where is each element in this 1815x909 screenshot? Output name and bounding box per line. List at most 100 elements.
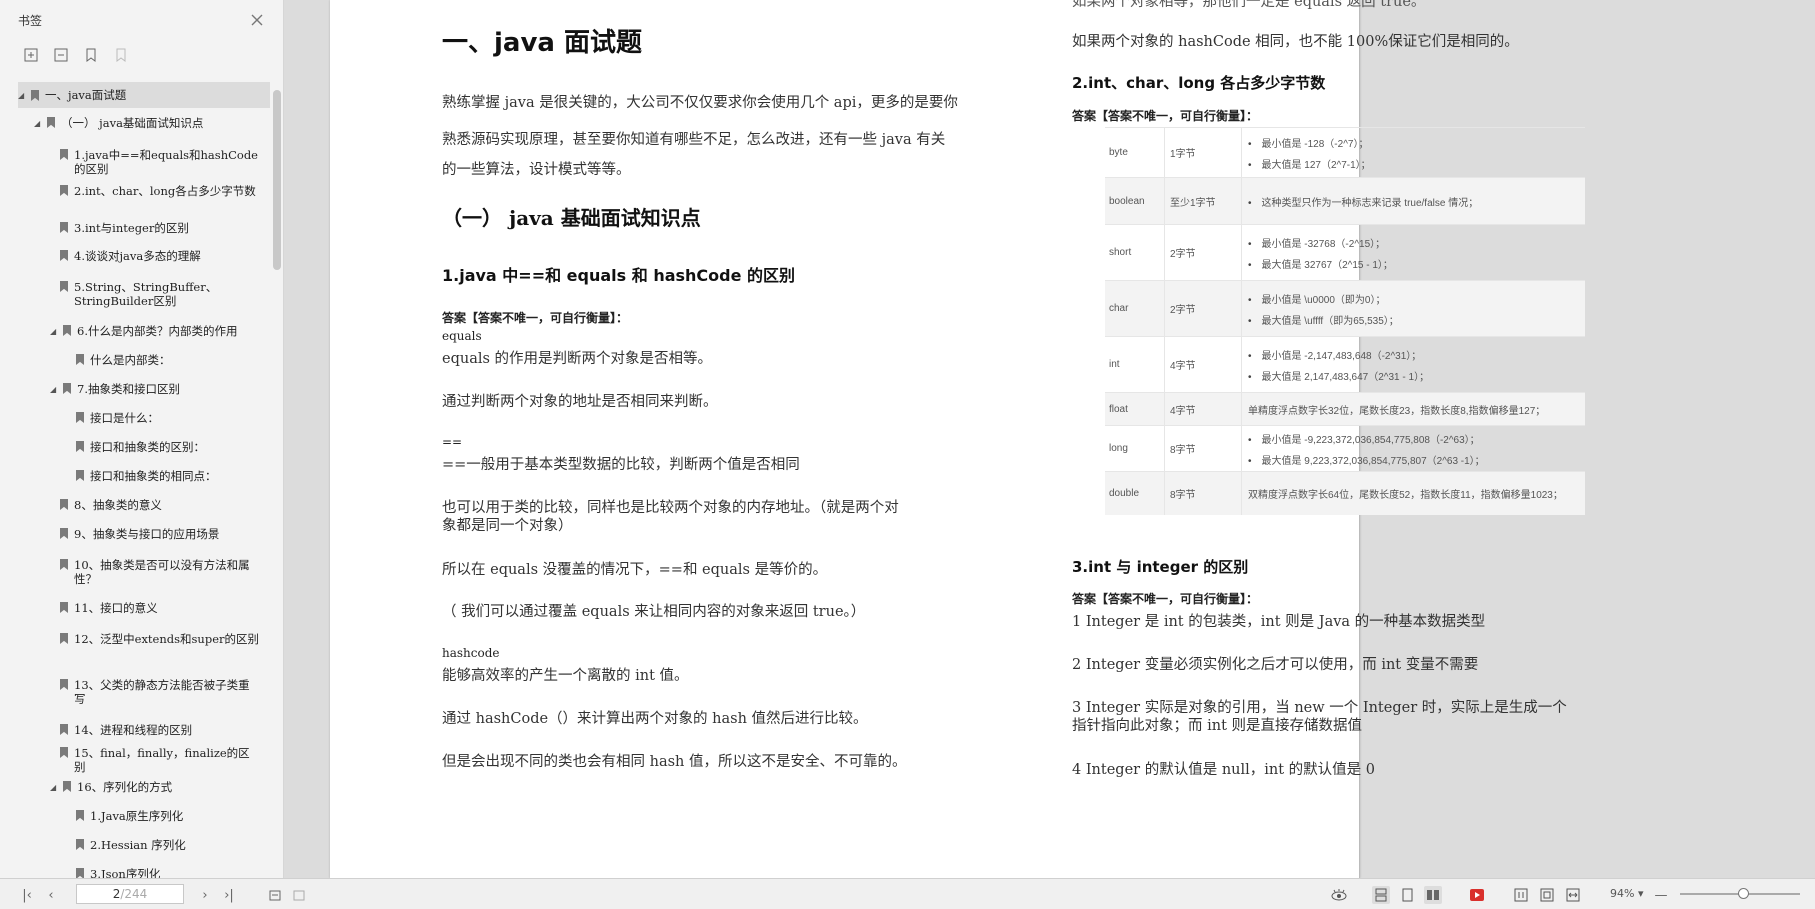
bookmark-item[interactable]: 3.int与integer的区别 [60, 221, 260, 235]
delete-bookmark-icon[interactable] [112, 46, 130, 64]
bookmark-item[interactable]: ◢ 一、java面试题 [18, 82, 270, 108]
zoom-out-icon[interactable]: — [1652, 886, 1670, 904]
rotate-left-icon[interactable] [266, 886, 284, 904]
answer-note: 答案【答案不唯一，可自行衡量】： [442, 311, 629, 325]
datatype-note: 这种类型只作为一种标志来记录 true/false 情况； [1248, 194, 1585, 209]
bookmarks-scrollbar[interactable] [273, 90, 281, 270]
datatype-name: long [1105, 426, 1165, 471]
paragraph: 所以在 equals 没覆盖的情况下，==和 equals 是等价的。 [442, 562, 828, 578]
term-label: equals [442, 329, 482, 343]
answer-note: 答案【答案不唯一，可自行衡量】： [1072, 592, 1259, 606]
bookmarks-toolbar [0, 40, 283, 70]
bookmark-label: 3.int与integer的区别 [74, 221, 189, 235]
bookmark-item[interactable]: ◢ 7.抽象类和接口区别 [50, 382, 260, 397]
bookmark-label: 13、父类的静态方法能否被子类重写 [74, 678, 250, 706]
bookmark-item[interactable]: 15、final，finally，finalize的区别 [60, 746, 260, 774]
zoom-slider-handle[interactable] [1738, 888, 1749, 899]
prev-page-icon[interactable]: ‹ [42, 886, 60, 904]
bookmark-item[interactable]: 9、抽象类与接口的应用场景 [60, 527, 260, 541]
paragraph: 1 Integer 是 int 的包装类，int 则是 Java 的一种基本数据… [1072, 614, 1486, 630]
datatype-name: int [1105, 337, 1165, 392]
expand-all-icon[interactable] [22, 46, 40, 64]
bookmarks-title: 书签 [18, 13, 43, 28]
first-page-icon[interactable]: |‹ [18, 886, 36, 904]
datatype-size: 至少1字节 [1165, 178, 1242, 224]
datatype-notes: 双精度浮点数字长64位，尾数长度52，指数长度11，指数偏移量1023； [1242, 472, 1585, 515]
play-icon[interactable] [1468, 886, 1486, 904]
bookmark-label: （一） java基础面试知识点 [61, 116, 204, 130]
datatype-size: 8字节 [1165, 472, 1242, 515]
datatype-size: 2字节 [1165, 281, 1242, 336]
single-page-view-icon[interactable] [1372, 886, 1390, 904]
bookmark-item[interactable]: 5.String、StringBuffer、StringBuilder区别 [60, 280, 260, 308]
datatype-name: byte [1105, 128, 1165, 177]
bookmark-item[interactable]: 1.java中==和equals和hashCode的区别 [60, 148, 260, 176]
bookmark-item[interactable]: 14、进程和线程的区别 [60, 723, 260, 737]
eye-protect-icon[interactable] [1330, 886, 1348, 904]
bookmark-item[interactable]: 11、接口的意义 [60, 601, 260, 615]
datatype-table: byte1字节最小值是 -128（-2^7）；最大值是 127（2^7-1）；b… [1105, 127, 1585, 515]
bookmark-item[interactable]: 3.Json序列化 [76, 867, 256, 878]
close-icon[interactable] [249, 12, 265, 28]
bookmark-item[interactable]: 接口是什么： [76, 411, 256, 425]
actual-size-icon[interactable] [1512, 886, 1530, 904]
datatype-row: boolean至少1字节这种类型只作为一种标志来记录 true/false 情况… [1105, 177, 1585, 224]
datatype-name: float [1105, 393, 1165, 425]
last-page-icon[interactable]: ›| [220, 886, 238, 904]
bookmarks-header: 书签 [0, 0, 283, 40]
bookmark-item[interactable]: 2.Hessian 序列化 [76, 838, 256, 852]
rotate-right-icon[interactable] [290, 886, 308, 904]
bookmark-label: 14、进程和线程的区别 [74, 723, 193, 737]
pdf-reader-window: 书签 ◢ 一、java面试题 ◢ （一） java基础面试知识点 1.java中==… [0, 0, 1815, 909]
page-number-input[interactable]: 2/244 [76, 884, 184, 904]
bookmark-item[interactable]: 1.Java原生序列化 [76, 809, 256, 823]
bookmark-label: 2.int、char、long各占多少字节数 [74, 184, 256, 198]
bookmark-item[interactable]: 13、父类的静态方法能否被子类重写 [60, 678, 260, 706]
datatype-notes: 最小值是 -128（-2^7）； 最大值是 127（2^7-1）； [1242, 128, 1585, 177]
datatype-note: 最小值是 -2,147,483,648（-2^31）； [1248, 347, 1585, 362]
collapse-all-icon[interactable] [52, 46, 70, 64]
intro-paragraph: 熟练掌握 java 是很关键的，大公司不仅仅要求你会使用几个 api，更多的是要… [442, 95, 958, 111]
bookmark-item[interactable]: 8、抽象类的意义 [60, 498, 260, 512]
continuous-view-icon[interactable] [1398, 886, 1416, 904]
bookmark-item[interactable]: 接口和抽象类的区别： [76, 440, 256, 454]
bookmark-item[interactable]: 12、泛型中extends和super的区别 [60, 632, 260, 646]
bookmark-label: 接口和抽象类的相同点： [90, 469, 217, 483]
bookmark-label: 一、java面试题 [45, 88, 127, 102]
fit-page-icon[interactable] [1538, 886, 1556, 904]
datatype-row: short2字节最小值是 -32768（-2^15）； 最大值是 32767（2^… [1105, 224, 1585, 280]
bookmark-item[interactable]: ◢ 6.什么是内部类？内部类的作用 [50, 324, 260, 339]
fit-width-icon[interactable] [1564, 886, 1582, 904]
bookmark-label: 接口是什么： [90, 411, 159, 425]
bookmark-label: 3.Json序列化 [90, 867, 161, 878]
section-heading: （一） java 基础面试知识点 [442, 206, 701, 230]
bookmark-label: 4.谈谈对java多态的理解 [74, 249, 201, 263]
paragraph: 能够高效率的产生一个离散的 int 值。 [442, 668, 689, 684]
bookmark-item[interactable]: ◢ 16、序列化的方式 [50, 780, 260, 795]
bookmark-label: 11、接口的意义 [74, 601, 158, 615]
bookmark-label: 什么是内部类： [90, 353, 171, 367]
datatype-notes: 最小值是 -9,223,372,036,854,775,808（-2^63）； 最… [1242, 426, 1585, 471]
datatype-note: 最小值是 \u0000（即为0）； [1248, 291, 1585, 306]
bookmark-label: 9、抽象类与接口的应用场景 [74, 527, 220, 541]
datatype-row: long8字节最小值是 -9,223,372,036,854,775,808（-… [1105, 425, 1585, 471]
datatype-name: double [1105, 472, 1165, 515]
add-bookmark-icon[interactable] [82, 46, 100, 64]
bookmark-label: 12、泛型中extends和super的区别 [74, 632, 259, 646]
question-heading: 3.int 与 integer 的区别 [1072, 558, 1249, 576]
bookmark-item[interactable]: 什么是内部类： [76, 353, 256, 367]
bookmark-item[interactable]: 4.谈谈对java多态的理解 [60, 249, 260, 263]
answer-note: 答案【答案不唯一，可自行衡量】： [1072, 109, 1259, 123]
paragraph: 如果两个对象的 hashCode 相同，也不能 100%保证它们是相同的。 [1072, 34, 1519, 50]
document-view: 一、java 面试题 熟练掌握 java 是很关键的，大公司不仅仅要求你会使用几… [285, 0, 1815, 878]
zoom-level[interactable]: 94% ▾ [1610, 887, 1643, 900]
two-page-view-icon[interactable] [1424, 886, 1442, 904]
bookmark-item[interactable]: 接口和抽象类的相同点： [76, 469, 256, 483]
zoom-value: 94% [1610, 887, 1635, 900]
datatype-notes: 最小值是 \u0000（即为0）； 最大值是 \uffff（即为65,535）； [1242, 281, 1585, 336]
bookmark-item[interactable]: ◢ （一） java基础面试知识点 [34, 116, 264, 131]
bookmark-item[interactable]: 10、抽象类是否可以没有方法和属性？ [60, 558, 260, 586]
next-page-icon[interactable]: › [196, 886, 214, 904]
datatype-note: 双精度浮点数字长64位，尾数长度52，指数长度11，指数偏移量1023； [1248, 490, 1563, 501]
bookmark-item[interactable]: 2.int、char、long各占多少字节数 [60, 184, 260, 198]
